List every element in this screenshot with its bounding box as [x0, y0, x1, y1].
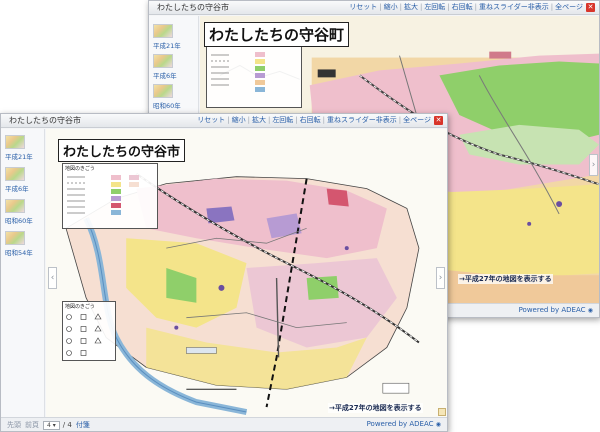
front-slider-handle[interactable] [438, 408, 446, 416]
front-reset-button[interactable]: リセット [197, 115, 225, 125]
front-thumbnail-label: 昭和54年 [5, 249, 33, 257]
front-thumbnail-label: 昭和60年 [5, 217, 33, 225]
front-zoom-out-button[interactable]: 縮小 [232, 115, 246, 125]
front-all-pages-button[interactable]: 全ページ [403, 115, 431, 125]
page-total: / 4 [62, 421, 72, 429]
front-thumbnail-label: 平成6年 [5, 185, 29, 193]
front-zoom-in-button[interactable]: 拡大 [252, 115, 266, 125]
back-thumbnail-label: 昭和60年 [153, 102, 181, 110]
front-legend-title-top: 地図のきごう [65, 166, 95, 172]
front-powered-by-text: Powered by ADEAC [366, 420, 434, 428]
back-rotate-right-button[interactable]: 右回転 [452, 2, 473, 12]
front-map-legend-top: 地図のきごう [62, 163, 158, 229]
back-thumbnail-image [153, 54, 173, 68]
front-map-title: わたしたちの守谷市 [58, 139, 186, 162]
back-titlebar: わたしたちの守谷市 リセット | 縮小 | 拡大 | 左回転 | 右回転 | 重ねスライダ… [149, 1, 599, 15]
front-rotate-left-button[interactable]: 左回転 [272, 115, 293, 125]
front-window-title: わたしたちの守谷市 [9, 116, 81, 125]
front-prev-page-arrow[interactable]: ‹ [48, 267, 57, 289]
front-rotate-right-button[interactable]: 右回転 [300, 115, 321, 125]
front-slider-toggle-button[interactable]: 重ねスライダー非表示 [327, 115, 397, 125]
back-legend-swatches [211, 52, 265, 92]
front-thumbnail-image [5, 199, 25, 213]
back-next-page-arrow[interactable]: › [589, 154, 598, 176]
front-legend-symbols-bottom [66, 313, 102, 356]
front-viewer-window: わたしたちの守谷市 リセット | 縮小 | 拡大 | 左回転 | 右回転 | 重ねスライダ… [0, 113, 448, 432]
back-thumbnail-item[interactable]: 平成6年 [153, 54, 177, 80]
back-close-icon[interactable]: ✕ [586, 2, 595, 12]
front-close-icon[interactable]: ✕ [434, 115, 443, 125]
front-powered-by[interactable]: Powered by ADEAC ◉ [367, 420, 441, 428]
first-page-button[interactable]: 先頭 [7, 420, 21, 430]
front-thumbnail-item[interactable]: 平成21年 [5, 135, 33, 161]
prev-page-button[interactable]: 前頁 [25, 420, 39, 430]
front-thumbnail-image [5, 167, 25, 181]
front-thumbnail-image [5, 135, 25, 149]
back-reset-button[interactable]: リセット [349, 2, 377, 12]
chevron-down-icon: ▾ [52, 421, 56, 429]
back-zoom-out-button[interactable]: 縮小 [384, 2, 398, 12]
back-thumbnail-label: 平成6年 [153, 72, 177, 80]
front-toolbar: リセット | 縮小 | 拡大 | 左回転 | 右回転 | 重ねスライダー非表示 | 全ページ… [197, 115, 443, 125]
back-window-title: わたしたちの守谷市 [157, 3, 229, 12]
back-show-2015-map-link[interactable]: →平成27年の地図を表示する [458, 274, 553, 284]
back-powered-by[interactable]: Powered by ADEAC ◉ [519, 306, 593, 314]
front-footer: 先頭 前頁 4 ▾ / 4 付箋 Powered by ADEAC ◉ [1, 417, 447, 431]
adeac-logo-icon: ◉ [435, 421, 441, 428]
front-map-view[interactable]: 地図のきごう 地図のきごう わたしたちの守谷市 →平成27年の地図を表示する ‹… [46, 129, 447, 417]
front-thumbnail-item[interactable]: 昭和60年 [5, 199, 33, 225]
back-map-title: わたしたちの守谷町 [204, 22, 350, 47]
front-show-2015-map-link[interactable]: →平成27年の地図を表示する [328, 403, 423, 413]
page-select-value: 4 [47, 421, 51, 429]
back-rotate-left-button[interactable]: 左回転 [424, 2, 445, 12]
page-select[interactable]: 4 ▾ [43, 420, 60, 430]
back-thumbnail-image [153, 24, 173, 38]
front-legend-title-bottom: 地図のきごう [65, 304, 95, 310]
front-next-page-arrow[interactable]: › [436, 267, 445, 289]
front-map-legend-bottom: 地図のきごう [62, 301, 116, 361]
back-all-pages-button[interactable]: 全ページ [555, 2, 583, 12]
back-thumbnail-label: 平成21年 [153, 42, 181, 50]
back-toolbar: リセット | 縮小 | 拡大 | 左回転 | 右回転 | 重ねスライダー非表示 | 全ページ… [349, 2, 595, 12]
back-slider-toggle-button[interactable]: 重ねスライダー非表示 [479, 2, 549, 12]
front-pager: 先頭 前頁 4 ▾ / 4 付箋 [7, 420, 90, 430]
front-thumbnail-label: 平成21年 [5, 153, 33, 161]
attachment-link[interactable]: 付箋 [76, 420, 90, 430]
front-thumbnail-item[interactable]: 昭和54年 [5, 231, 33, 257]
front-titlebar: わたしたちの守谷市 リセット | 縮小 | 拡大 | 左回転 | 右回転 | 重ねスライダ… [1, 114, 447, 128]
front-thumbnail-image [5, 231, 25, 245]
back-map-legend [206, 46, 302, 108]
back-zoom-in-button[interactable]: 拡大 [404, 2, 418, 12]
adeac-logo-icon: ◉ [587, 307, 593, 314]
back-thumbnail-item[interactable]: 平成21年 [153, 24, 181, 50]
back-thumbnail-image [153, 84, 173, 98]
front-legend-swatches-top [67, 175, 139, 215]
back-thumbnail-item[interactable]: 昭和60年 [153, 84, 181, 110]
front-thumbnail-item[interactable]: 平成6年 [5, 167, 29, 193]
back-powered-by-text: Powered by ADEAC [518, 306, 586, 314]
front-thumbnail-sidebar: 平成21年 平成6年 昭和60年 昭和54年 [1, 129, 45, 417]
